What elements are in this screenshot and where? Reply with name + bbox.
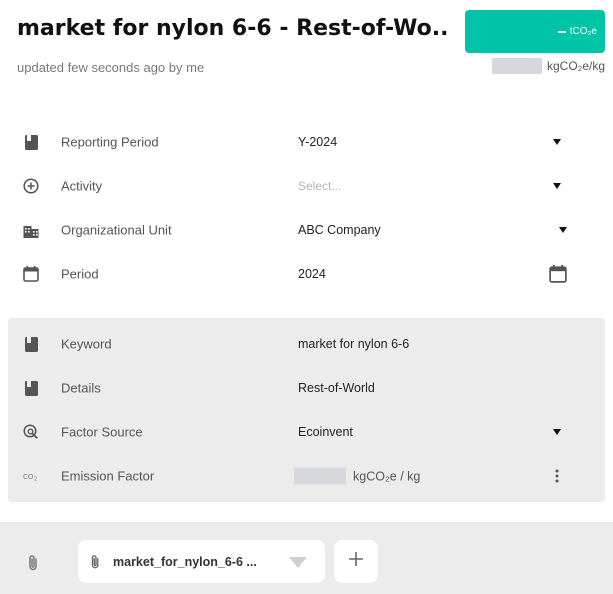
factor-source-label: Factor Source bbox=[61, 424, 143, 440]
keyword-label: Keyword bbox=[61, 336, 112, 352]
emission-factor-value: kgCO₂e / kg bbox=[294, 467, 421, 485]
organizational-unit-select[interactable]: ABC Company bbox=[298, 223, 381, 237]
emission-factor-row: CO 2 Emission Factor kgCO₂e / kg bbox=[0, 454, 613, 498]
plus-icon bbox=[348, 551, 364, 572]
details-label: Details bbox=[61, 380, 101, 396]
reporting-period-label: Reporting Period bbox=[61, 134, 159, 150]
svg-text:CO: CO bbox=[23, 473, 34, 481]
chevron-down-icon[interactable] bbox=[289, 557, 307, 568]
organizational-unit-label: Organizational Unit bbox=[61, 222, 172, 238]
organizational-unit-row[interactable]: Organizational Unit ABC Company bbox=[0, 208, 613, 252]
intensity-value-redacted bbox=[491, 58, 542, 74]
reporting-period-row[interactable]: Reporting Period Y-2024 bbox=[0, 120, 613, 164]
attachment-file-chip[interactable]: market_for_nylon_6-6 ... bbox=[78, 540, 325, 583]
factor-source-select[interactable]: Ecoinvent bbox=[298, 425, 353, 439]
period-row[interactable]: Period 2024 bbox=[0, 252, 613, 296]
chevron-down-icon[interactable] bbox=[559, 227, 567, 233]
period-input[interactable]: 2024 bbox=[298, 267, 326, 281]
paperclip-icon bbox=[89, 553, 103, 571]
attachment-file-name[interactable]: market_for_nylon_6-6 ... bbox=[113, 555, 257, 569]
svg-text:2: 2 bbox=[34, 477, 37, 482]
more-vert-icon[interactable] bbox=[548, 467, 566, 485]
details-value: Rest-of-World bbox=[298, 381, 375, 395]
emission-factor-label: Emission Factor bbox=[61, 468, 155, 484]
chevron-down-icon[interactable] bbox=[553, 429, 561, 435]
bookmark-icon bbox=[22, 379, 40, 397]
activity-row[interactable]: Activity Select... bbox=[0, 164, 613, 208]
intensity-readout: kgCO₂e/kg bbox=[491, 58, 605, 74]
calendar-icon bbox=[22, 265, 40, 283]
emission-factor-unit: kgCO₂e / kg bbox=[353, 469, 421, 483]
emission-unit: tCO₂e bbox=[569, 26, 597, 37]
calendar-picker-icon[interactable] bbox=[549, 265, 567, 283]
chevron-down-icon[interactable] bbox=[553, 139, 561, 145]
paperclip-icon[interactable] bbox=[26, 554, 42, 572]
activity-select[interactable]: Select... bbox=[298, 179, 341, 193]
emission-factor-value-redacted bbox=[294, 467, 346, 485]
reporting-period-select[interactable]: Y-2024 bbox=[298, 135, 337, 149]
chevron-down-icon[interactable] bbox=[553, 183, 561, 189]
updated-status: updated few seconds ago by me bbox=[17, 60, 205, 75]
building-icon bbox=[22, 221, 40, 239]
bookmark-icon bbox=[22, 133, 40, 151]
activity-label: Activity bbox=[61, 178, 103, 194]
total-emissions-badge: tCO₂e bbox=[465, 10, 605, 53]
factor-source-row[interactable]: Factor Source Ecoinvent bbox=[0, 410, 613, 454]
keyword-row: Keyword market for nylon 6-6 bbox=[0, 322, 613, 366]
add-attachment-button[interactable] bbox=[334, 540, 378, 583]
page-title: market for nylon 6-6 - Rest-of-Wo... bbox=[17, 16, 447, 41]
intensity-unit: kgCO₂e/kg bbox=[546, 59, 605, 73]
search-doc-icon bbox=[22, 423, 40, 441]
period-label: Period bbox=[61, 266, 99, 282]
co2-icon: CO 2 bbox=[22, 467, 40, 485]
add-circle-icon bbox=[22, 177, 40, 195]
emission-value-placeholder bbox=[557, 30, 566, 33]
bookmark-icon bbox=[22, 335, 40, 353]
keyword-value: market for nylon 6-6 bbox=[298, 337, 410, 351]
emission-entry-panel: market for nylon 6-6 - Rest-of-Wo... upd… bbox=[0, 0, 613, 594]
details-row: Details Rest-of-World bbox=[0, 366, 613, 410]
